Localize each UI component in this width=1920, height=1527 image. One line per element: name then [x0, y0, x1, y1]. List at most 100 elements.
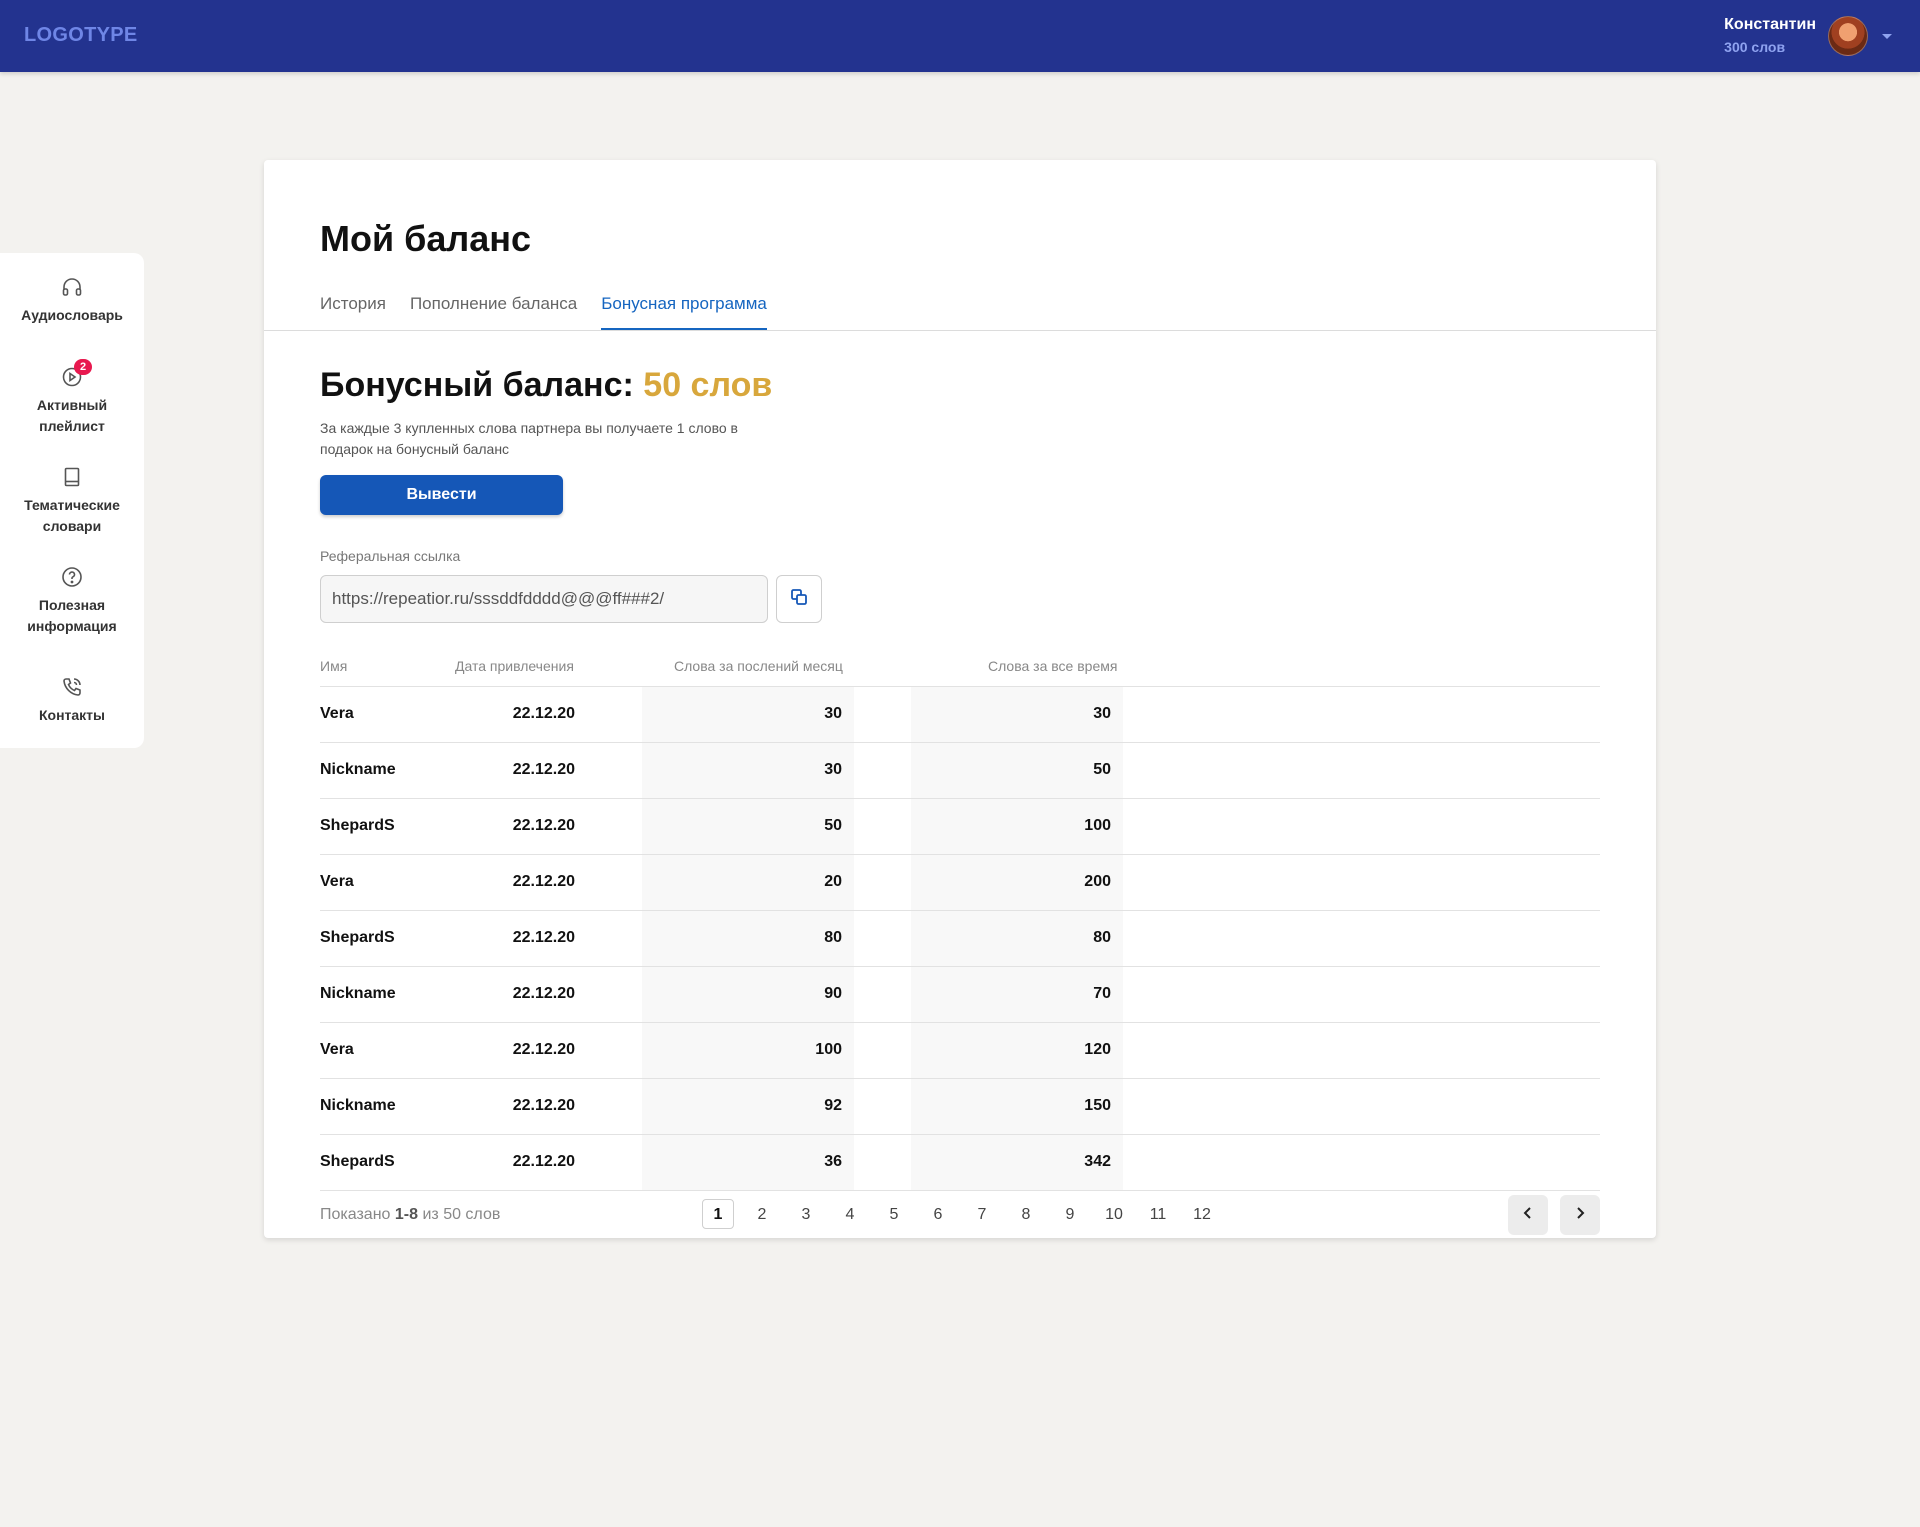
table-row-divider: [320, 742, 1600, 743]
cell-date: 22.12.20: [512, 761, 575, 778]
cell-total: 200: [1084, 873, 1111, 890]
prev-page-button[interactable]: [1508, 1195, 1548, 1235]
cell-month: 92: [824, 1097, 842, 1114]
header-month-words[interactable]: Слова за послений месяц: [674, 658, 843, 674]
table-row-divider: [320, 966, 1600, 967]
shown-prefix: Показано: [320, 1206, 391, 1223]
bonus-description: За каждые 3 купленных слова партнера вы …: [320, 420, 738, 457]
sidebar-item-contacts[interactable]: Контакты: [0, 675, 144, 726]
sidebar-item-label: Полезная информация: [27, 597, 117, 634]
page-button-11[interactable]: 11: [1142, 1199, 1174, 1229]
cell-date: 22.12.20: [512, 929, 575, 946]
table-row-divider: [320, 686, 1600, 687]
play-circle-icon: 2: [60, 359, 92, 389]
page-button-5[interactable]: 5: [878, 1199, 910, 1229]
copy-icon: [789, 587, 809, 612]
cell-month: 50: [824, 817, 842, 834]
playlist-badge: 2: [74, 359, 92, 375]
cell-month: 30: [824, 705, 842, 722]
tabs-divider: [264, 330, 1656, 331]
sidebar-item-label: Аудиословарь: [21, 307, 123, 323]
avatar[interactable]: [1828, 16, 1868, 56]
table-row-divider: [320, 1134, 1600, 1135]
bonus-balance-title: Бонусный баланс: 50 слов: [320, 366, 772, 405]
cell-name: Nickname: [320, 985, 396, 1002]
cell-name: Vera: [320, 705, 354, 722]
table-row-divider: [320, 854, 1600, 855]
withdraw-button[interactable]: Вывести: [320, 475, 563, 515]
cell-date: 22.12.20: [512, 985, 575, 1002]
logo[interactable]: LOGOTYPE: [24, 24, 138, 47]
cell-name: ShepardS: [320, 817, 395, 834]
cell-total: 50: [1093, 761, 1111, 778]
cell-date: 22.12.20: [512, 1153, 575, 1170]
tabs: История Пополнение баланса Бонусная прог…: [320, 290, 791, 330]
referral-link-label: Реферальная ссылка: [320, 548, 461, 564]
table-row-divider: [320, 1022, 1600, 1023]
page-title: Мой баланс: [320, 218, 532, 259]
balance-card: Мой баланс История Пополнение баланса Бо…: [264, 160, 1656, 1238]
page-button-7[interactable]: 7: [966, 1199, 998, 1229]
sidebar-item-audio-dictionary[interactable]: Аудиословарь: [0, 275, 144, 326]
page-button-8[interactable]: 8: [1010, 1199, 1042, 1229]
sidebar-item-thematic-dictionaries[interactable]: Тематические словари: [0, 465, 144, 537]
cell-name: Vera: [320, 873, 354, 890]
next-page-button[interactable]: [1560, 1195, 1600, 1235]
cell-name: Nickname: [320, 761, 396, 778]
header-name[interactable]: Имя: [320, 658, 347, 674]
sidebar-item-useful-info[interactable]: Полезная информация: [0, 565, 144, 637]
page-button-9[interactable]: 9: [1054, 1199, 1086, 1229]
cell-date: 22.12.20: [512, 817, 575, 834]
tab-bonus-program[interactable]: Бонусная программа: [601, 290, 767, 330]
shown-count: Показано 1-8 из 50 слов: [320, 1206, 500, 1224]
cell-month: 20: [824, 873, 842, 890]
cell-total: 70: [1093, 985, 1111, 1002]
referral-link-input[interactable]: [320, 575, 768, 623]
cell-month: 36: [824, 1153, 842, 1170]
page-button-12[interactable]: 12: [1186, 1199, 1218, 1229]
header-date[interactable]: Дата привлечения: [455, 658, 574, 674]
user-info: Константин 300 слов: [1724, 15, 1816, 57]
chevron-left-icon: [1520, 1205, 1536, 1226]
sidebar-item-active-playlist[interactable]: 2 Активный плейлист: [0, 359, 144, 437]
page-button-6[interactable]: 6: [922, 1199, 954, 1229]
cell-date: 22.12.20: [512, 705, 575, 722]
header-total-words[interactable]: Слова за все время: [988, 658, 1117, 674]
book-icon: [60, 465, 84, 489]
cell-name: Vera: [320, 1041, 354, 1058]
page-button-2[interactable]: 2: [746, 1199, 778, 1229]
help-circle-icon: [60, 565, 84, 589]
table-row-divider: [320, 1078, 1600, 1079]
copy-button[interactable]: [776, 575, 822, 623]
cell-total: 342: [1084, 1153, 1111, 1170]
cell-month: 100: [815, 1041, 842, 1058]
headphones-icon: [60, 275, 84, 299]
top-bar: LOGOTYPE Константин 300 слов: [0, 0, 1920, 72]
page-button-1[interactable]: 1: [702, 1199, 734, 1229]
cell-name: ShepardS: [320, 1153, 395, 1170]
user-menu[interactable]: Константин 300 слов: [1724, 14, 1892, 58]
page-button-3[interactable]: 3: [790, 1199, 822, 1229]
cell-total: 120: [1084, 1041, 1111, 1058]
page-button-10[interactable]: 10: [1098, 1199, 1130, 1229]
pagination: 1 2 3 4 5 6 7 8 9 10 11 12: [702, 1199, 1230, 1229]
cell-date: 22.12.20: [512, 873, 575, 890]
cell-month: 80: [824, 929, 842, 946]
cell-total: 80: [1093, 929, 1111, 946]
sidebar: Аудиословарь 2 Активный плейлист Тематич…: [0, 253, 144, 748]
cell-total: 30: [1093, 705, 1111, 722]
table-row-divider: [320, 1190, 1600, 1191]
table-row-divider: [320, 910, 1600, 911]
tab-top-up[interactable]: Пополнение баланса: [410, 290, 577, 330]
sidebar-item-label: Тематические словари: [24, 497, 120, 534]
chevron-down-icon[interactable]: [1882, 33, 1892, 39]
page-button-4[interactable]: 4: [834, 1199, 866, 1229]
cell-total: 150: [1084, 1097, 1111, 1114]
cell-date: 22.12.20: [512, 1041, 575, 1058]
sidebar-item-label: Активный плейлист: [36, 397, 108, 434]
tab-history[interactable]: История: [320, 290, 386, 330]
chevron-right-icon: [1572, 1205, 1588, 1226]
cell-total: 100: [1084, 817, 1111, 834]
cell-month: 30: [824, 761, 842, 778]
cell-date: 22.12.20: [512, 1097, 575, 1114]
